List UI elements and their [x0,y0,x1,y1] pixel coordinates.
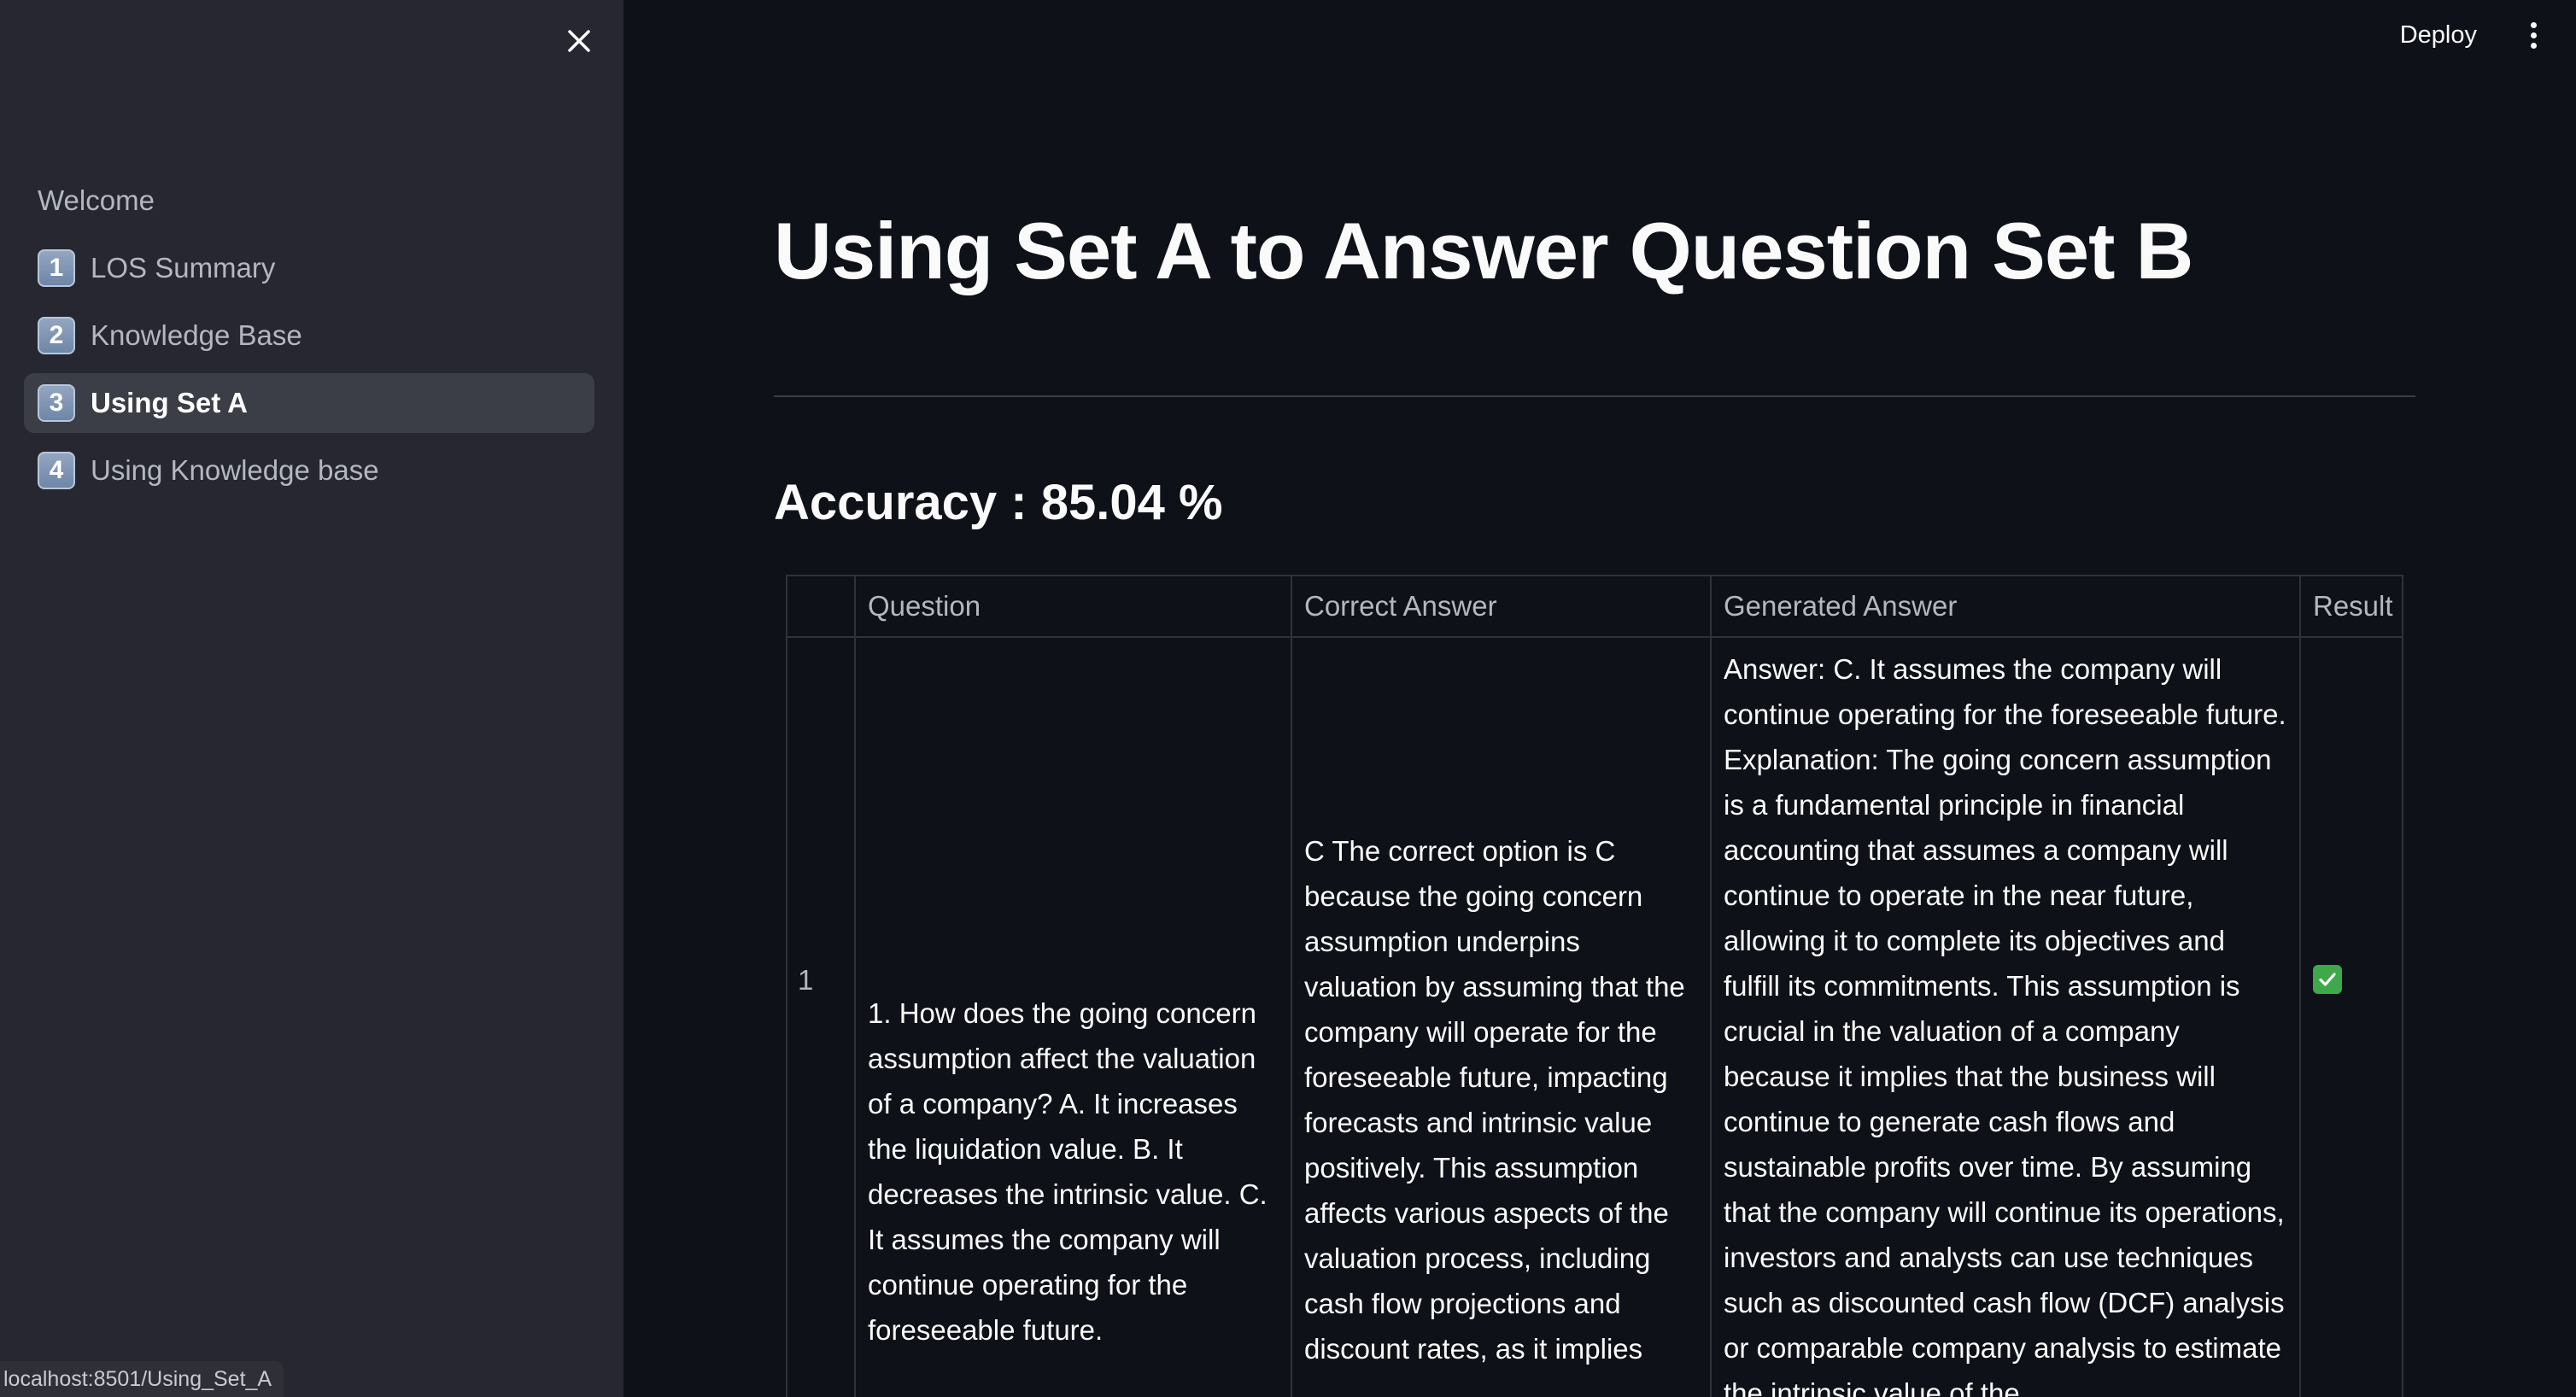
status-bar-url: localhost:8501/Using_Set_A [0,1361,284,1397]
divider [774,395,2415,397]
row-index-cell[interactable]: 1 [787,638,856,1397]
row-index: 1 [798,963,814,996]
column-header-generated-answer[interactable]: Generated Answer [1712,576,2301,636]
main-menu-button[interactable] [2515,14,2552,56]
table-header: Question Correct Answer Generated Answer… [787,576,2402,638]
deploy-button[interactable]: Deploy [2390,14,2487,56]
results-table[interactable]: Question Correct Answer Generated Answer… [786,575,2403,1397]
more-vertical-icon [2530,42,2537,49]
correct-answer-cell[interactable]: C The correct option is C because the go… [1292,638,1712,1397]
result-cell[interactable] [2301,638,2402,1397]
close-icon [568,30,590,52]
page-nav: Welcome 1 LOS Summary 2 Knowledge Base 3… [24,171,594,508]
sidebar: Welcome 1 LOS Summary 2 Knowledge Base 3… [0,0,624,1397]
correct-answer-text: C The correct option is C because the go… [1304,835,1685,1365]
generated-answer-text: Answer: C. It assumes the company will c… [1724,653,2286,1397]
column-header-index[interactable] [787,576,856,636]
sidebar-item-welcome[interactable]: Welcome [24,171,594,231]
close-sidebar-button[interactable] [555,17,603,65]
generated-answer-cell[interactable]: Answer: C. It assumes the company will c… [1712,638,2301,1397]
column-header-result[interactable]: Result [2301,576,2402,636]
sidebar-item-los-summary[interactable]: 1 LOS Summary [24,238,594,298]
sidebar-item-label: LOS Summary [91,252,276,283]
accuracy-heading: Accuracy : 85.04 % [774,475,1223,530]
sidebar-item-using-knowledge-base[interactable]: 4 Using Knowledge base [24,441,594,500]
app-header: Deploy [624,0,2576,68]
question-text: 1. How does the going concern assumption… [868,997,1268,1346]
more-vertical-icon [2530,32,2537,38]
question-cell[interactable]: 1. How does the going concern assumption… [856,638,1292,1397]
sidebar-item-using-set-a[interactable]: 3 Using Set A [24,373,594,433]
column-header-correct-answer[interactable]: Correct Answer [1292,576,1712,636]
sidebar-item-label: Welcome [38,184,155,216]
keycap-digit-four-icon: 4 [38,452,75,489]
keycap-digit-three-icon: 3 [38,384,75,422]
page-title: Using Set A to Answer Question Set B [774,206,2193,295]
column-header-question[interactable]: Question [856,576,1292,636]
keycap-digit-two-icon: 2 [38,317,75,354]
sidebar-item-label: Knowledge Base [91,319,302,351]
sidebar-item-label: Using Knowledge base [91,454,379,486]
keycap-digit-one-icon: 1 [38,249,75,287]
sidebar-item-knowledge-base[interactable]: 2 Knowledge Base [24,306,594,365]
sidebar-item-label: Using Set A [91,387,248,418]
more-vertical-icon [2530,21,2537,28]
table-row[interactable]: 1 1. How does the going concern assumpti… [787,638,2402,1397]
check-mark-icon [2313,965,2342,994]
app-window: Welcome 1 LOS Summary 2 Knowledge Base 3… [0,0,2576,1397]
